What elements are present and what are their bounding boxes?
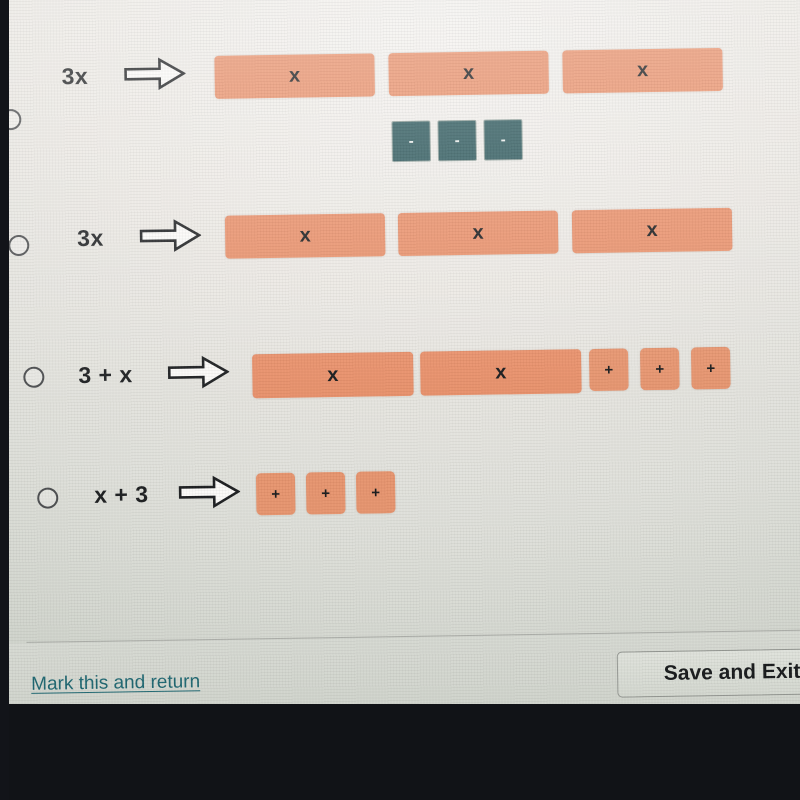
algebra-tile-x: x [562,47,723,94]
algebra-tile-negative-unit: - [483,119,524,161]
algebra-tile-x: x [224,213,386,259]
quiz-screen: | 3x x x x - - - 3x [0,0,800,729]
radio-button-option-3[interactable] [23,366,45,388]
algebra-tile-x: x [388,50,549,97]
option-1-expression: 3x [61,62,89,90]
algebra-tile-positive-unit: + [255,472,296,516]
option-4-expression: x + 3 [94,480,149,508]
algebra-tile-positive-unit: + [588,348,629,392]
algebra-tile-positive-unit: + [690,346,731,390]
photo-of-screen: | 3x x x x - - - 3x [0,0,800,800]
option-3-expression: 3 + x [78,361,133,389]
radio-button-option-4[interactable] [37,487,59,509]
right-arrow-icon-option-3 [167,355,230,390]
radio-button-option-2[interactable] [8,234,30,257]
algebra-tile-positive-unit: + [305,471,346,515]
mark-this-and-return-link[interactable]: Mark this and return [31,671,200,696]
right-arrow-icon-option-2 [139,218,202,253]
algebra-tile-positive-unit: + [639,347,680,391]
algebra-tile-x: x [571,207,733,254]
device-bezel-left [0,0,9,800]
right-arrow-icon-option-4 [178,475,241,510]
algebra-tile-x: x [397,210,559,257]
right-arrow-icon-option-1 [123,56,186,91]
device-bezel-bottom [0,704,800,800]
algebra-tile-negative-unit: - [437,119,478,162]
algebra-tile-negative-unit: - [391,120,432,163]
algebra-tile-x: x [252,351,414,399]
algebra-tile-positive-unit: + [355,471,396,514]
save-and-exit-button[interactable]: Save and Exit [616,648,800,698]
option-2-expression: 3x [76,224,104,252]
algebra-tile-x: x [214,53,375,99]
algebra-tile-x: x [419,349,582,396]
